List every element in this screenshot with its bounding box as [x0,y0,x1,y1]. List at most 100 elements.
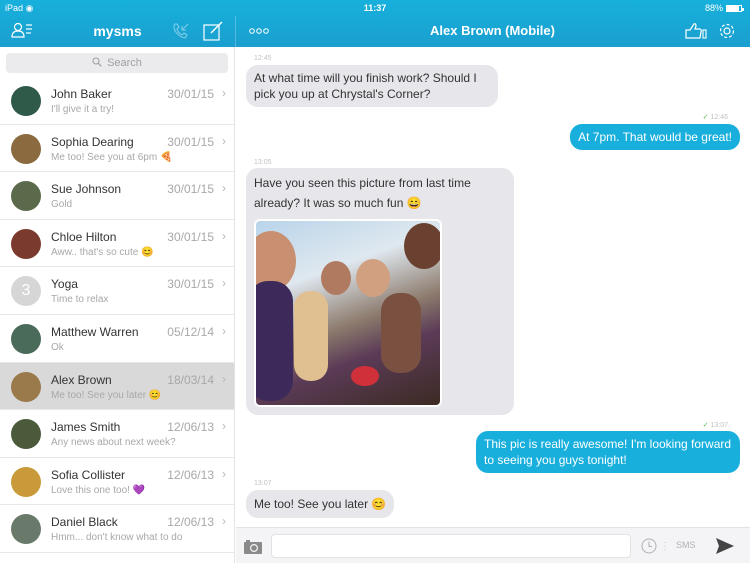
contact-name: Sofia Collister [51,467,126,482]
conversation-sidebar: Search John Baker I'll give it a try! 30/0… [0,47,235,563]
message-preview: Ok [51,341,64,353]
message-composer: ⋮ SMS [236,527,750,563]
incoming-message[interactable]: Have you seen this picture from last tim… [246,168,514,415]
delivered-check-icon: ✓ [702,422,709,429]
chevron-right-icon: › [222,181,226,196]
chevron-right-icon: › [222,514,226,529]
conversation-item[interactable]: James Smith Any news about next week? 12/0… [0,410,234,458]
contact-name: Chloe Hilton [51,229,117,244]
conversation-item[interactable]: Sue Johnson Gold 30/01/15 › [0,172,234,220]
search-input[interactable]: Search [6,53,228,73]
battery-percent: 88% [704,3,723,13]
conversation-item[interactable]: Alex Brown Me too! See you later 😊 18/03/1… [0,362,234,411]
avatar [11,86,41,116]
conversation-date: 30/01/15 [167,87,214,101]
chevron-right-icon: › [222,323,226,338]
chevron-right-icon: › [222,228,226,243]
send-icon[interactable] [714,536,736,556]
conversation-item[interactable]: Chloe Hilton Aww.. that's so cute 😊 30/01/… [0,220,234,268]
contact-name: John Baker [51,87,112,101]
chevron-right-icon: › [222,86,226,100]
contact-name: James Smith [51,420,121,435]
chevron-right-icon: › [222,276,226,291]
chevron-right-icon: › [222,419,226,434]
message-text: Have you seen this picture from last tim… [254,176,471,210]
battery-icon [726,4,744,12]
message-preview: Love this one too! 💜 [51,484,146,496]
incoming-message[interactable]: At what time will you finish work? Shoul… [246,65,498,107]
sms-mode-label[interactable]: SMS [676,540,696,550]
conversation-item[interactable]: John Baker I'll give it a try! 30/01/15 › [0,77,234,125]
message-preview: Me too! See you later 😊 [51,389,162,401]
message-preview: Gold [51,199,73,211]
message-preview: Any news about next week? [51,437,176,449]
avatar [11,466,41,497]
chevron-right-icon: › [222,466,226,481]
photo-figure [321,261,351,295]
message-timestamp: 13:05 [254,159,272,166]
battery-status: 88% [704,3,744,13]
missed-call-icon[interactable] [170,20,192,42]
avatar [11,228,41,259]
conversation-date: 30/01/15 [167,182,214,197]
outgoing-message[interactable]: At 7pm. That would be great! [570,124,740,150]
photo-drink [351,366,379,386]
conversation-item[interactable]: Daniel Black Hmm... don't know what to do… [0,505,234,553]
search-icon [92,56,102,70]
conversation-date: 12/06/13 [167,467,214,482]
thumbs-up-icon[interactable] [684,21,708,41]
message-preview: Me too! See you at 6pm 🍕 [51,151,173,163]
timestamp-text: 13:07 [710,422,728,429]
photo-figure [256,281,293,401]
message-input[interactable] [271,534,631,558]
conversation-date: 12/06/13 [167,515,214,530]
conversation-date: 18/03/14 [167,372,214,387]
message-timestamp: 12:45 [254,55,272,62]
contact-name: Yoga [51,277,78,292]
avatar: 3 [11,276,41,307]
avatar [11,371,41,402]
message-preview: Time to relax [51,294,109,306]
photo-figure [356,259,390,297]
contact-name: Sue Johnson [51,182,122,197]
contact-name: Sophia Dearing [51,134,134,149]
app-title: mysms [93,23,142,39]
delivered-check-icon: ✓ [702,114,709,121]
message-preview: I'll give it a try! [51,104,115,115]
conversation-title: Alex Brown (Mobile) [430,23,555,38]
camera-icon[interactable] [243,537,263,555]
schedule-clock-icon[interactable] [640,537,658,555]
avatar [11,323,41,354]
conversation-item[interactable]: Sofia Collister Love this one too! 💜 12/06… [0,458,234,506]
photo-figure [381,293,421,373]
conversation-item[interactable]: 3 Yoga Time to relax 30/01/15 › [0,267,234,315]
conversation-item[interactable]: Matthew Warren Ok 05/12/14 › [0,315,234,363]
shared-photo[interactable] [254,219,442,407]
search-placeholder: Search [107,57,142,69]
conversation-date: 05/12/14 [167,324,214,339]
conversation-item[interactable]: Sophia Dearing Me too! See you at 6pm 🍕 30… [0,125,234,173]
conversation-date: 30/01/15 [167,229,214,244]
conversation-date: 30/01/15 [167,134,214,149]
avatar [11,419,41,450]
message-thread: 12:45 At what time will you finish work?… [236,47,750,527]
chevron-right-icon: › [222,133,226,148]
message-timestamp: ✓ 12:46 [703,113,728,121]
conversation-date: 30/01/15 [167,277,214,292]
message-preview: Aww.. that's so cute 😊 [51,246,154,258]
conversation-date: 12/06/13 [167,420,214,435]
timestamp-text: 12:46 [710,114,728,121]
status-bar: iPad ◉ 11:37 88% [0,0,750,16]
compose-icon[interactable] [202,20,224,42]
incoming-message[interactable]: Me too! See you later 😊 [246,490,395,518]
contact-name: Matthew Warren [51,324,139,339]
photo-figure [294,291,328,381]
battery-fill [727,5,740,11]
photo-figure [404,223,440,269]
clock: 11:37 [363,3,387,13]
settings-gear-icon[interactable] [717,21,737,41]
outgoing-message[interactable]: This pic is really awesome! I'm looking … [476,431,740,473]
message-timestamp: ✓ 13:07 [703,421,728,429]
avatar [11,514,41,545]
avatar [11,181,41,212]
